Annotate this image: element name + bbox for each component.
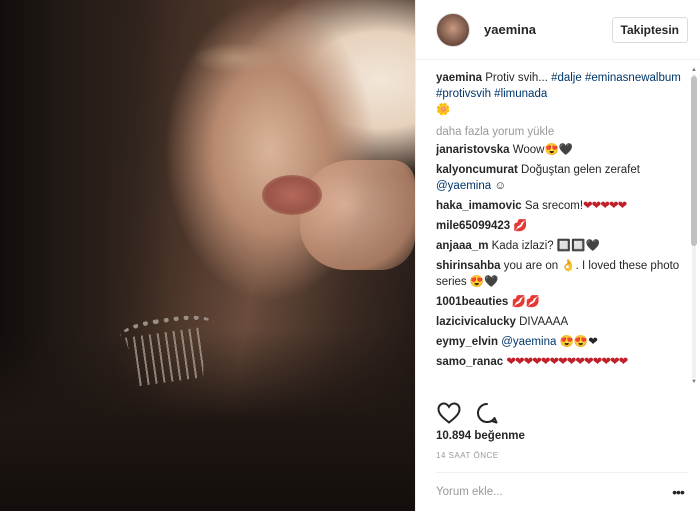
comment-item: haka_imamovic Sa srecom!❤❤❤❤❤ [436, 198, 688, 214]
caption-text: Protiv svih... [485, 72, 552, 84]
comment-username[interactable]: shirinsahba [436, 260, 501, 272]
post-actions [436, 400, 500, 426]
comment-item: lazicivicalucky DIVAAAA [436, 314, 688, 330]
photo-lips [262, 175, 322, 215]
photo-hand [300, 160, 415, 270]
post-header: yaemina Takiptesin [416, 0, 700, 60]
hashtag-link[interactable]: #limunada [494, 88, 547, 100]
post-side-panel: yaemina Takiptesin yaemina Protiv svih..… [415, 0, 700, 511]
scrollbar-thumb[interactable] [691, 76, 697, 246]
caption: yaemina Protiv svih... #dalje #eminasnew… [436, 70, 688, 118]
caption-username[interactable]: yaemina [436, 72, 482, 84]
comment-username[interactable]: lazicivicalucky [436, 316, 516, 328]
comment-username[interactable]: janaristovska [436, 144, 510, 156]
hearts-emoji: ❤❤❤❤❤ [583, 200, 627, 212]
heart-outline-icon[interactable] [436, 400, 462, 426]
hearts-emoji: ❤❤❤❤❤❤❤❤❤❤❤❤❤❤ [506, 356, 628, 368]
comment-text: 💋💋 [511, 296, 541, 308]
comment-username[interactable]: haka_imamovic [436, 200, 522, 212]
comment-username[interactable]: 1001beauties [436, 296, 508, 308]
post-timestamp: 14 SAAT ÖNCE [436, 451, 499, 460]
following-button[interactable]: Takiptesin [611, 16, 688, 43]
comment-item: samo_ranac ❤❤❤❤❤❤❤❤❤❤❤❤❤❤ [436, 354, 688, 370]
comment-item: shirinsahba you are on 👌. I loved these … [436, 258, 688, 290]
comment-text: Doğuştan gelen zerafet [521, 164, 640, 176]
comment-item: janaristovska Woow😍🖤 [436, 142, 688, 158]
header-username[interactable]: yaemina [484, 22, 612, 37]
comment-username[interactable]: mile65099423 [436, 220, 510, 232]
likes-count[interactable]: 10.894 beğenme [436, 430, 525, 442]
load-more-comments-link[interactable]: daha fazla yorum yükle [436, 124, 688, 140]
hashtag-link[interactable]: #protivsvih [436, 88, 491, 100]
comment-text: Woow😍🖤 [512, 144, 574, 156]
comment-text: 💋 [513, 220, 528, 232]
comment-item: mile65099423 💋 [436, 218, 688, 234]
scroll-down-arrow-icon[interactable]: ▼ [690, 378, 698, 386]
comments-list[interactable]: yaemina Protiv svih... #dalje #eminasnew… [436, 70, 688, 388]
mention-link[interactable]: @yaemina [436, 180, 491, 192]
comment-text: Kada izlazi? 🔲🔲🖤 [491, 240, 600, 252]
comment-text-suffix: ☺ [491, 180, 507, 192]
scroll-up-arrow-icon[interactable]: ▲ [690, 66, 698, 74]
caption-emoji: 🌼 [436, 104, 451, 116]
comment-item: eymy_elvin @yaemina 😍😍❤ [436, 334, 688, 350]
comment-item: kalyoncumurat Doğuştan gelen zerafet @ya… [436, 162, 688, 194]
hashtag-link[interactable]: #eminasnewalbum [585, 72, 681, 84]
avatar[interactable] [436, 12, 470, 47]
comment-username[interactable]: anjaaa_m [436, 240, 488, 252]
ellipsis-icon[interactable]: ••• [668, 484, 688, 500]
add-comment-bar: ••• [436, 472, 688, 510]
comment-text: DIVAAAA [519, 316, 569, 328]
comment-username[interactable]: kalyoncumurat [436, 164, 518, 176]
comment-text: Sa srecom! [524, 200, 584, 212]
comment-username[interactable]: eymy_elvin [436, 336, 498, 348]
hashtag-link[interactable]: #dalje [551, 72, 582, 84]
speech-bubble-icon[interactable] [474, 400, 500, 426]
comment-item: 1001beauties 💋💋 [436, 294, 688, 310]
photo-lower-shading [0, 330, 415, 511]
mention-link[interactable]: @yaemina [501, 336, 556, 348]
comments-scrollbar[interactable]: ▲ ▼ [690, 66, 698, 386]
comment-text-suffix: 😍😍❤ [556, 336, 598, 348]
comment-item: anjaaa_m Kada izlazi? 🔲🔲🖤 [436, 238, 688, 254]
comment-input[interactable] [436, 485, 668, 498]
post-photo[interactable] [0, 0, 415, 511]
comment-username[interactable]: samo_ranac [436, 356, 503, 368]
